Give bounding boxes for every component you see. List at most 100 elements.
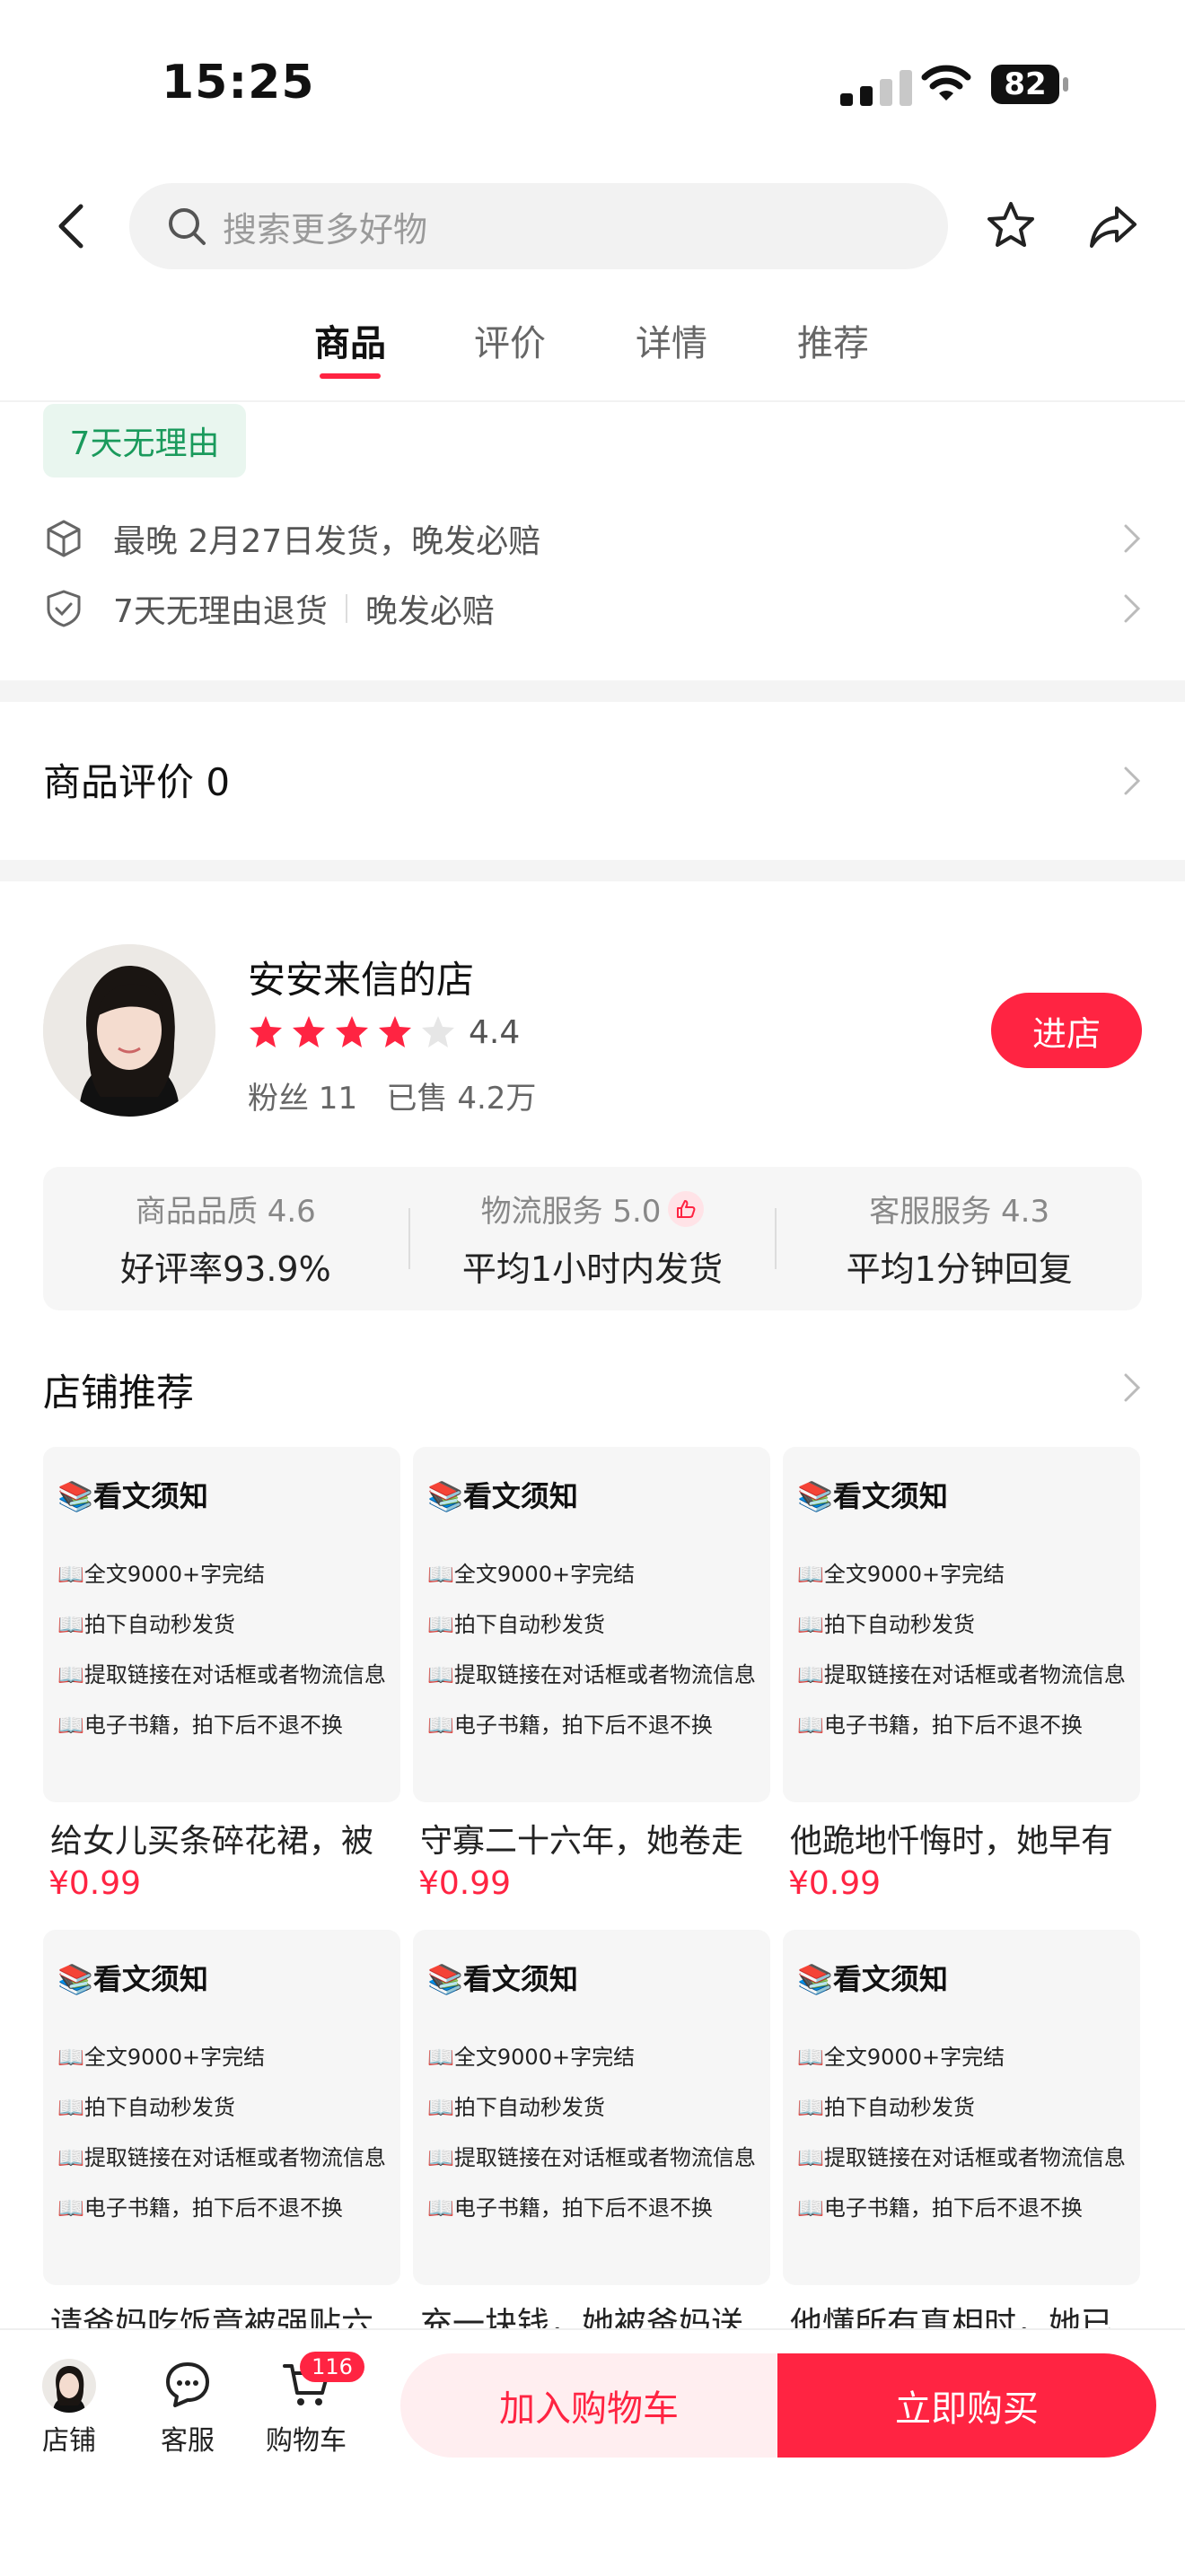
card-line: 📖全文9000+字完结 xyxy=(57,2045,266,2070)
product-price: ¥0.99 xyxy=(788,1865,882,1902)
product-card-image[interactable]: 📚看文须知 📖全文9000+字完结 📖拍下自动秒发货 📖提取链接在对话框或者物流信息 📖… xyxy=(783,1447,1140,1802)
shop-scores-panel: 商品品质 4.6 好评率93.9% 物流服务 5.0 平均1小时内发货 客服服务… xyxy=(43,1167,1142,1310)
favorite-star-icon[interactable] xyxy=(984,199,1038,253)
shop-nav-button[interactable]: 店铺 xyxy=(20,2359,118,2458)
tab-divider xyxy=(0,400,1185,402)
return-row[interactable]: 7天无理由退货 晚发必赔 xyxy=(43,582,1142,635)
tab-reviews[interactable]: 评价 xyxy=(474,314,546,366)
card-line: 📖提取链接在对话框或者物流信息 xyxy=(57,2145,386,2170)
product-card-image[interactable]: 📚看文须知 📖全文9000+字完结 📖拍下自动秒发货 📖提取链接在对话框或者物流信息 📖… xyxy=(413,1447,770,1802)
card-heading: 📚看文须知 xyxy=(57,1479,208,1513)
chevron-right-icon xyxy=(1124,594,1141,623)
star-filled-icon xyxy=(379,1016,411,1047)
shop-avatar[interactable] xyxy=(43,944,215,1117)
shop-nav-label: 店铺 xyxy=(42,2425,96,2457)
product-title[interactable]: 守寡二十六年，她卷走 xyxy=(420,1815,777,1862)
star-filled-icon xyxy=(293,1016,325,1047)
chevron-right-icon xyxy=(1124,524,1141,553)
tab-bar: 商品 评价 详情 推荐 xyxy=(0,314,1185,400)
shop-avatar-icon xyxy=(42,2359,96,2413)
share-icon[interactable] xyxy=(1086,199,1140,253)
star-filled-icon xyxy=(250,1016,282,1047)
score-quality-detail: 好评率93.9% xyxy=(119,1249,331,1289)
shop-stats: 粉丝 11 已售 4.2万 xyxy=(248,1073,536,1117)
card-heading: 📚看文须知 xyxy=(797,1479,948,1513)
score-service-detail: 平均1分钟回复 xyxy=(846,1249,1073,1289)
card-heading: 📚看文须知 xyxy=(427,1479,578,1513)
score-logistics-label: 物流服务 5.0 xyxy=(480,1194,662,1230)
chevron-right-icon[interactable] xyxy=(1122,1371,1142,1404)
card-heading: 📚看文须知 xyxy=(427,1962,578,1996)
section-divider xyxy=(0,860,1185,881)
card-line: 📖拍下自动秒发货 xyxy=(797,2095,975,2120)
product-title[interactable]: 给女儿买条碎花裙，被 xyxy=(50,1815,408,1862)
search-input[interactable]: 搜索更多好物 xyxy=(129,183,948,269)
score-service-label: 客服服务 4.3 xyxy=(869,1194,1050,1230)
card-line: 📖电子书籍，拍下后不退不换 xyxy=(57,2195,343,2221)
card-line: 📖提取链接在对话框或者物流信息 xyxy=(57,1662,386,1687)
add-to-cart-button[interactable]: 加入购物车 xyxy=(400,2353,777,2458)
card-line: 📖提取链接在对话框或者物流信息 xyxy=(427,1662,756,1687)
fans-count: 粉丝 11 xyxy=(248,1081,358,1117)
battery-icon: 82 xyxy=(991,65,1070,104)
active-tab-indicator xyxy=(320,373,381,379)
chevron-right-icon[interactable] xyxy=(1122,765,1142,797)
return-policy-badge: 7天无理由 xyxy=(43,404,246,478)
star-filled-icon xyxy=(336,1016,368,1047)
battery-level: 82 xyxy=(991,65,1059,104)
shop-rating-value: 4.4 xyxy=(469,1014,521,1051)
section-divider xyxy=(0,680,1185,702)
tab-product[interactable]: 商品 xyxy=(314,314,386,366)
wifi-icon xyxy=(921,65,971,101)
star-empty-icon xyxy=(422,1016,454,1047)
cart-count-badge: 116 xyxy=(300,2352,364,2382)
card-line: 📖拍下自动秒发货 xyxy=(797,1612,975,1637)
reviews-title[interactable]: 商品评价 0 xyxy=(43,752,230,807)
score-quality: 商品品质 4.6 好评率93.9% xyxy=(43,1167,408,1310)
card-line: 📖拍下自动秒发货 xyxy=(57,2095,235,2120)
late-compensation-text: 晚发必赔 xyxy=(364,593,495,630)
product-price: ¥0.99 xyxy=(418,1865,512,1902)
product-card-image[interactable]: 📚看文须知 📖全文9000+字完结 📖拍下自动秒发货 📖提取链接在对话框或者物流信息 📖… xyxy=(783,1930,1140,2285)
tab-recommend[interactable]: 推荐 xyxy=(797,314,869,366)
cellular-signal-icon xyxy=(840,66,917,106)
card-line: 📖电子书籍，拍下后不退不换 xyxy=(427,1713,713,1738)
card-line: 📖全文9000+字完结 xyxy=(57,1562,266,1587)
card-line: 📖全文9000+字完结 xyxy=(797,1562,1005,1587)
tab-details[interactable]: 详情 xyxy=(636,314,707,366)
card-heading: 📚看文须知 xyxy=(797,1962,948,1996)
card-line: 📖提取链接在对话框或者物流信息 xyxy=(797,1662,1126,1687)
card-line: 📖提取链接在对话框或者物流信息 xyxy=(797,2145,1126,2170)
chat-bubble-icon xyxy=(166,2362,209,2407)
store-recommend-title: 店铺推荐 xyxy=(43,1371,195,1415)
return-text: 7天无理由退货 xyxy=(113,593,328,630)
shop-name[interactable]: 安安来信的店 xyxy=(248,950,474,1004)
buy-now-button[interactable]: 立即购买 xyxy=(777,2353,1156,2458)
thumbs-up-icon xyxy=(668,1190,705,1227)
card-line: 📖电子书籍，拍下后不退不换 xyxy=(427,2195,713,2221)
product-card-image[interactable]: 📚看文须知 📖全文9000+字完结 📖拍下自动秒发货 📖提取链接在对话框或者物流信息 📖… xyxy=(413,1930,770,2285)
search-icon xyxy=(169,208,206,245)
enter-shop-button[interactable]: 进店 xyxy=(991,993,1142,1068)
card-heading: 📚看文须知 xyxy=(57,1962,208,1996)
card-line: 📖全文9000+字完结 xyxy=(427,2045,636,2070)
score-logistics: 物流服务 5.0 平均1小时内发货 xyxy=(410,1167,776,1310)
status-time: 15:25 xyxy=(162,56,315,110)
card-line: 📖全文9000+字完结 xyxy=(427,1562,636,1587)
card-line: 📖电子书籍，拍下后不退不换 xyxy=(797,2195,1083,2221)
shipping-row[interactable]: 最晚 2月27日发货，晚发必赔 xyxy=(43,512,1142,565)
score-logistics-detail: 平均1小时内发货 xyxy=(461,1249,724,1289)
product-card-image[interactable]: 📚看文须知 📖全文9000+字完结 📖拍下自动秒发货 📖提取链接在对话框或者物流信息 📖… xyxy=(43,1930,400,2285)
card-line: 📖拍下自动秒发货 xyxy=(427,1612,605,1637)
shop-rating-stars xyxy=(248,1014,456,1050)
shield-check-icon xyxy=(47,590,81,627)
cart-nav-label: 购物车 xyxy=(266,2425,347,2457)
score-service: 客服服务 4.3 平均1分钟回复 xyxy=(777,1167,1142,1310)
product-card-image[interactable]: 📚看文须知 📖全文9000+字完结 📖拍下自动秒发货 📖提取链接在对话框或者物流信息 📖… xyxy=(43,1447,400,1802)
back-arrow-icon[interactable] xyxy=(54,203,90,250)
card-line: 📖拍下自动秒发货 xyxy=(57,1612,235,1637)
customer-service-button[interactable]: 客服 xyxy=(138,2359,237,2458)
score-quality-label: 商品品质 4.6 xyxy=(135,1194,316,1230)
product-price: ¥0.99 xyxy=(48,1865,142,1902)
product-title[interactable]: 他跪地忏悔时，她早有 xyxy=(790,1815,1147,1862)
